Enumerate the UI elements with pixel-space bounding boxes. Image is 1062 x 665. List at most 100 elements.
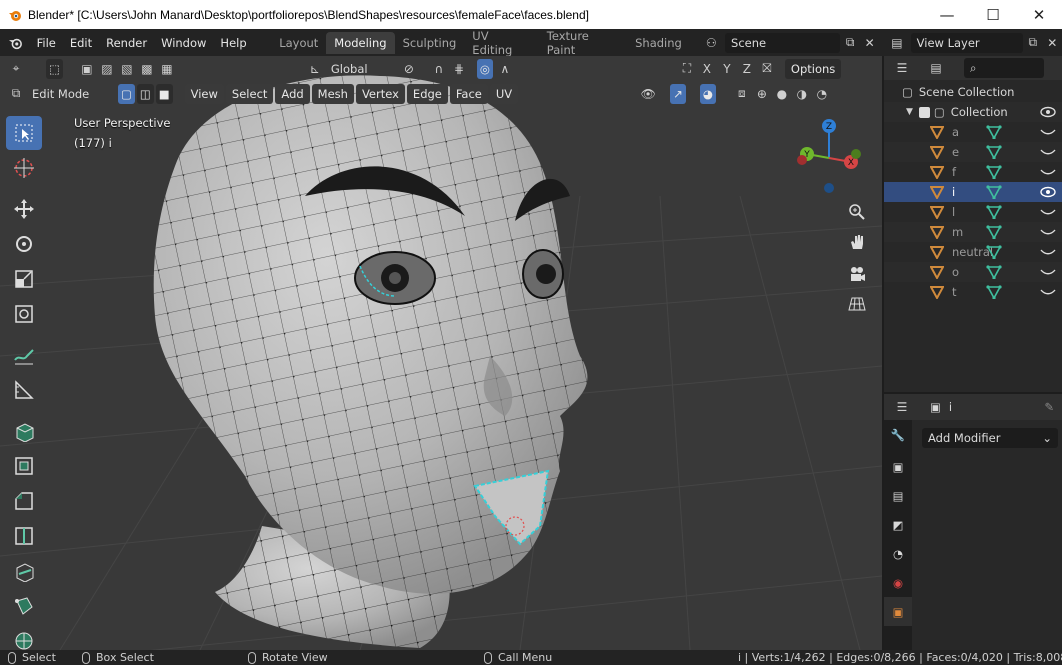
object-tab-icon[interactable]: ▣: [884, 597, 912, 626]
overlay-toggle-icon[interactable]: ◕: [699, 83, 716, 104]
auto-merge-icon[interactable]: ⛝: [757, 59, 777, 79]
pan-hand-icon[interactable]: [845, 230, 869, 254]
eye-icon[interactable]: [1040, 186, 1056, 198]
properties-editor-type-icon[interactable]: ☰: [892, 397, 912, 417]
menu-uv[interactable]: UV: [489, 83, 519, 104]
snap-target-icon[interactable]: ⋕: [449, 59, 469, 79]
mesh-data-icon[interactable]: [986, 285, 1002, 299]
move-tool[interactable]: [6, 192, 42, 226]
proportional-editing-icon[interactable]: ◎: [476, 58, 493, 79]
eye-closed-icon[interactable]: [1040, 126, 1056, 138]
maximize-button[interactable]: ☐: [970, 0, 1016, 29]
mirror-icon[interactable]: ⛶: [677, 59, 697, 79]
mesh-data-icon[interactable]: [986, 205, 1002, 219]
gizmo-toggle-icon[interactable]: ↗: [670, 83, 686, 104]
perspective-toggle-icon[interactable]: [845, 292, 869, 316]
outliner-object-row[interactable]: a: [884, 122, 1062, 142]
annotate-tool[interactable]: [6, 338, 42, 372]
menu-vertex[interactable]: Vertex: [355, 83, 405, 104]
outliner-object-row[interactable]: o: [884, 262, 1062, 282]
mesh-data-icon[interactable]: [986, 225, 1002, 239]
eye-closed-icon[interactable]: [1040, 206, 1056, 218]
visibility-icon[interactable]: 👁: [638, 84, 658, 104]
tab-modeling[interactable]: Modeling: [326, 31, 395, 54]
mesh-data-icon[interactable]: [986, 265, 1002, 279]
bevel-tool[interactable]: [6, 484, 42, 518]
transform-orientation-select[interactable]: Global: [325, 59, 379, 79]
mirror-z-toggle[interactable]: Z: [737, 59, 757, 79]
tab-sculpting[interactable]: Sculpting: [395, 32, 465, 54]
editor-type-icon[interactable]: ⌖: [6, 59, 26, 79]
output-tab-icon[interactable]: ▤: [884, 481, 912, 510]
wireframe-shading-icon[interactable]: ⊕: [752, 84, 772, 104]
world-tab-icon[interactable]: ◉: [884, 568, 912, 597]
outliner-object-row[interactable]: t: [884, 282, 1062, 302]
mode-select[interactable]: Edit Mode: [26, 84, 112, 104]
menu-window[interactable]: Window: [154, 36, 213, 50]
zoom-icon[interactable]: [845, 200, 869, 224]
falloff-icon[interactable]: ∧: [495, 59, 515, 79]
menu-face[interactable]: Face: [449, 83, 488, 104]
inset-tool[interactable]: [6, 449, 42, 483]
view-layer-tab-icon[interactable]: ◩: [884, 510, 912, 539]
display-mode-icon[interactable]: ▤: [926, 58, 946, 78]
female-head-mesh[interactable]: [0, 56, 882, 650]
transform-tool[interactable]: [6, 297, 42, 331]
new-view-layer-icon[interactable]: ⧉: [1023, 33, 1043, 53]
3d-viewport[interactable]: ⌖ ⬚ ▣ ▨ ▧ ▩ ▦ ⊾ Global ⊘ ∩ ⋕ ◎ ∧ ⛶ X Y Z…: [0, 56, 882, 650]
mesh-data-icon[interactable]: [986, 125, 1002, 139]
rotate-tool[interactable]: [6, 227, 42, 261]
eye-closed-icon[interactable]: [1040, 286, 1056, 298]
menu-add[interactable]: Add: [275, 83, 310, 104]
add-modifier-dropdown[interactable]: Add Modifier ⌄: [922, 428, 1058, 448]
outliner-object-row[interactable]: i: [884, 182, 1062, 202]
spin-tool[interactable]: [6, 624, 42, 650]
extrude-tool[interactable]: [6, 414, 42, 448]
scene-tab-icon[interactable]: ◔: [884, 539, 912, 568]
render-tab-icon[interactable]: ▣: [884, 452, 912, 481]
options-dropdown[interactable]: Options: [784, 58, 842, 79]
knife-tool[interactable]: [6, 554, 42, 588]
edge-select-icon[interactable]: ◫: [136, 83, 154, 104]
minimize-button[interactable]: —: [924, 0, 970, 29]
mirror-x-toggle[interactable]: X: [697, 59, 717, 79]
eye-closed-icon[interactable]: [1040, 246, 1056, 258]
snap-icon[interactable]: ∩: [429, 59, 449, 79]
menu-view[interactable]: View: [184, 83, 224, 104]
eye-closed-icon[interactable]: [1040, 146, 1056, 158]
outliner-object-row[interactable]: f: [884, 162, 1062, 182]
eye-closed-icon[interactable]: [1040, 266, 1056, 278]
camera-view-icon[interactable]: [845, 262, 869, 286]
solid-shading-icon[interactable]: ●: [772, 84, 792, 104]
measure-tool[interactable]: [6, 373, 42, 407]
menu-help[interactable]: Help: [213, 36, 253, 50]
select-extend-icon[interactable]: ▨: [97, 59, 117, 79]
rendered-shading-icon[interactable]: ◔: [812, 84, 832, 104]
poly-build-tool[interactable]: [6, 589, 42, 623]
select-box-tool[interactable]: [6, 116, 42, 150]
view-layer-icon[interactable]: ▤: [887, 33, 907, 53]
navigation-gizmo[interactable]: Z Y X: [793, 118, 865, 198]
outliner-object-row[interactable]: l: [884, 202, 1062, 222]
menu-edge[interactable]: Edge: [406, 83, 448, 104]
menu-edit[interactable]: Edit: [63, 36, 99, 50]
xray-icon[interactable]: ⧈: [732, 84, 752, 104]
scene-name-field[interactable]: Scene: [725, 32, 841, 53]
collection-row[interactable]: ▼ ▢ Collection: [884, 102, 1062, 122]
mirror-y-toggle[interactable]: Y: [717, 59, 737, 79]
tool-tab-icon[interactable]: 🔧: [884, 420, 912, 449]
outliner-search-field[interactable]: ⌕: [964, 58, 1044, 78]
delete-scene-icon[interactable]: ✕: [860, 33, 880, 53]
mesh-data-icon[interactable]: [986, 145, 1002, 159]
close-button[interactable]: ✕: [1016, 0, 1062, 29]
eye-icon[interactable]: [1040, 106, 1056, 118]
material-shading-icon[interactable]: ◑: [792, 84, 812, 104]
pin-icon[interactable]: ✎: [1044, 400, 1054, 414]
pivot-point-icon[interactable]: ⊘: [399, 59, 419, 79]
outliner-object-row[interactable]: neutral: [884, 242, 1062, 262]
checkbox-icon[interactable]: [918, 106, 930, 118]
menu-render[interactable]: Render: [99, 36, 154, 50]
mesh-data-icon[interactable]: [986, 165, 1002, 179]
select-invert-icon[interactable]: ▩: [137, 59, 157, 79]
select-intersect-icon[interactable]: ▦: [157, 59, 177, 79]
